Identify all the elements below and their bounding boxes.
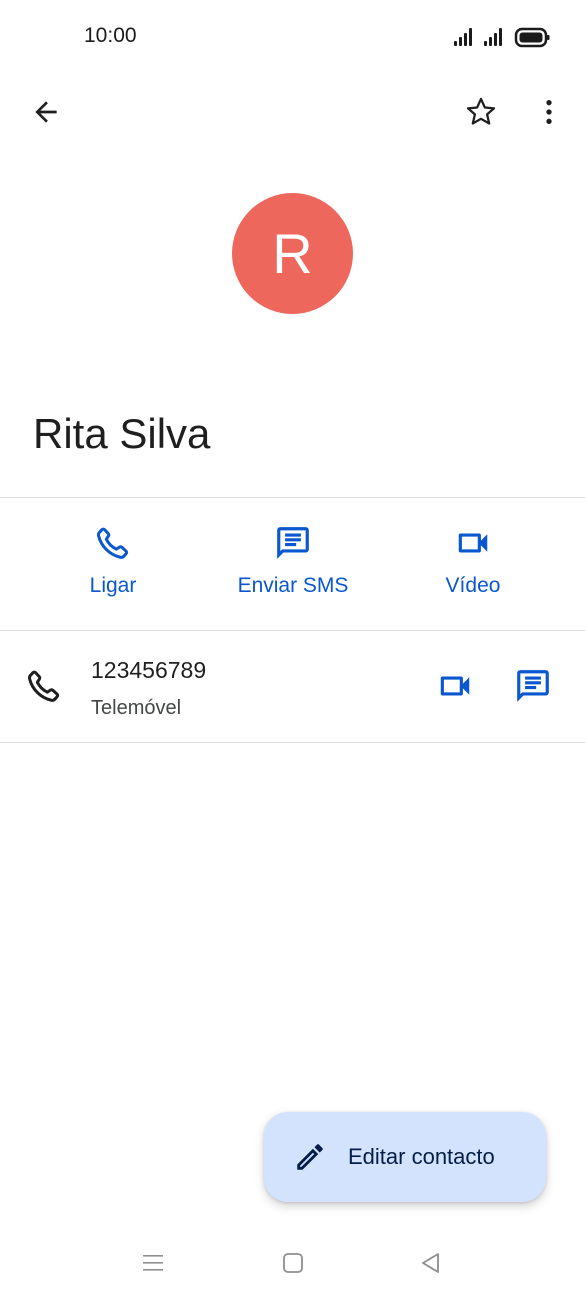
phone-number-row[interactable] <box>0 631 585 741</box>
arrow-back-icon <box>35 101 57 123</box>
signal-icon-2 <box>484 28 502 46</box>
phone-icon <box>96 527 129 559</box>
phone-icon <box>27 670 60 702</box>
call-action-button[interactable]: Ligar <box>23 520 203 610</box>
signal-icon <box>454 28 472 46</box>
divider <box>0 497 585 498</box>
back-triangle-icon <box>422 1253 439 1273</box>
menu-icon <box>143 1255 163 1271</box>
home-square-icon <box>283 1253 303 1273</box>
nav-home-button[interactable] <box>280 1250 306 1281</box>
call-action-label: Ligar <box>89 574 137 597</box>
pencil-icon <box>297 1144 323 1170</box>
avatar-letter: R <box>272 222 313 285</box>
battery-icon <box>514 27 550 48</box>
message-icon <box>277 527 309 559</box>
video-action-label: Vídeo <box>445 574 501 597</box>
avatar: R <box>232 193 353 314</box>
phone-row-icon <box>20 662 68 710</box>
status-icons <box>452 26 552 50</box>
nav-back-button[interactable] <box>418 1250 444 1281</box>
divider <box>0 742 585 743</box>
phone-number: 123456789 <box>91 657 207 683</box>
fab-icon-wrap <box>292 1139 328 1175</box>
more-vert-icon <box>546 100 552 124</box>
nav-recents-button[interactable] <box>140 1250 166 1281</box>
videocam-icon <box>440 676 470 696</box>
sms-action-button[interactable]: Enviar SMS <box>203 520 383 610</box>
sms-action-label: Enviar SMS <box>237 574 349 597</box>
status-time: 10:00 <box>84 24 137 47</box>
edit-contact-label: Editar contacto <box>348 1144 495 1169</box>
row-sms-button[interactable] <box>509 662 557 710</box>
videocam-icon <box>458 533 488 553</box>
more-options-button[interactable] <box>525 88 573 136</box>
edit-contact-button[interactable]: Editar contacto <box>264 1112 546 1202</box>
message-icon <box>517 670 549 702</box>
phone-type-label: Telemóvel <box>91 697 182 719</box>
star-outline-icon <box>466 97 496 125</box>
contact-name: Rita Silva <box>33 410 211 457</box>
favorite-button[interactable] <box>457 88 505 136</box>
back-button[interactable] <box>22 88 70 136</box>
row-video-call-button[interactable] <box>431 662 479 710</box>
video-action-button[interactable]: Vídeo <box>383 520 563 610</box>
